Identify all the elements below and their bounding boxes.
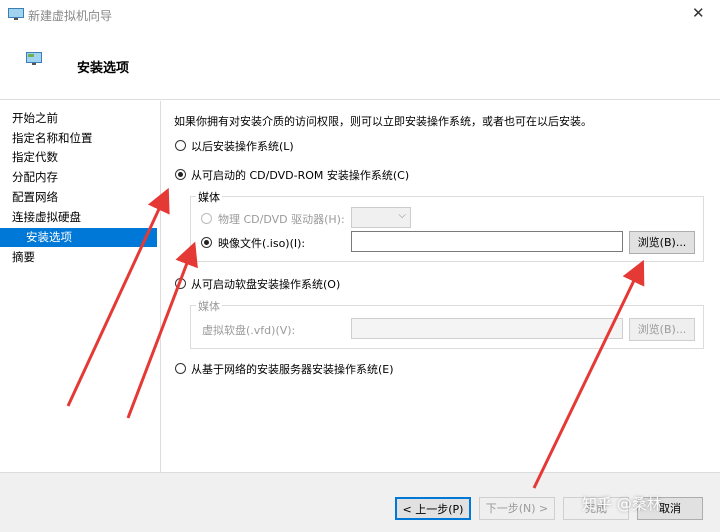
sidebar-item-summary[interactable]: 摘要 [12,248,35,267]
chevron-down-icon: ⌵ [398,210,406,221]
page-header: 安装选项 [0,30,720,100]
physical-drive-select[interactable]: ⌵ [351,207,411,228]
label-install-floppy[interactable]: 从可启动软盘安装操作系统(O) [191,276,340,292]
browse-vfd-button[interactable]: 浏览(B)... [629,318,695,341]
radio-install-cd[interactable] [175,169,186,180]
window-title: 新建虚拟机向导 [28,9,113,23]
sidebar-item-install-options[interactable]: 安装选项 [0,228,157,247]
radio-install-floppy[interactable] [175,278,186,289]
prev-button[interactable]: < 上一步(P) [395,497,471,520]
cd-media-group [190,196,704,262]
browse-iso-button[interactable]: 浏览(B)... [629,231,695,254]
label-install-later[interactable]: 以后安装操作系统(L) [191,138,294,154]
radio-install-later[interactable] [175,140,186,151]
sidebar-item-virtual-disk[interactable]: 连接虚拟硬盘 [12,208,81,227]
watermark: 知乎 @桑林 [582,495,662,513]
floppy-media-group-title: 媒体 [196,298,222,314]
sidebar-item-network[interactable]: 配置网络 [12,188,58,207]
sidebar-item-memory[interactable]: 分配内存 [12,168,58,187]
intro-text: 如果你拥有对安装介质的访问权限，则可以立即安装操作系统，或者也可在以后安装。 [174,115,592,128]
radio-install-network[interactable] [175,363,186,374]
cd-media-group-title: 媒体 [196,189,222,205]
sidebar-item-name-location[interactable]: 指定名称和位置 [12,129,93,148]
hyperv-monitor-icon [8,8,24,20]
wizard-sidebar: 开始之前 指定名称和位置 指定代数 分配内存 配置网络 连接虚拟硬盘 安装选项 … [0,101,160,472]
close-icon[interactable]: ✕ [692,4,705,22]
title-bar: 新建虚拟机向导 ✕ [0,0,720,30]
label-image-file: 映像文件(.iso)(I): [218,237,306,250]
next-button[interactable]: 下一步(N) > [479,497,555,520]
vfd-input[interactable] [351,318,623,339]
radio-physical-drive[interactable] [201,213,212,224]
image-file-input[interactable] [351,231,623,252]
label-install-cd[interactable]: 从可启动的 CD/DVD-ROM 安装操作系统(C) [191,167,409,183]
label-vfd: 虚拟软盘(.vfd)(V): [202,324,296,337]
sidebar-item-before-you-begin[interactable]: 开始之前 [12,109,58,128]
page-title: 安装选项 [77,61,130,76]
radio-image-file[interactable] [201,237,212,248]
hyperv-monitor-icon [26,52,42,65]
sidebar-item-generation[interactable]: 指定代数 [12,148,58,167]
label-install-network[interactable]: 从基于网络的安装服务器安装操作系统(E) [191,361,394,377]
label-physical-drive: 物理 CD/DVD 驱动器(H): [218,213,345,226]
